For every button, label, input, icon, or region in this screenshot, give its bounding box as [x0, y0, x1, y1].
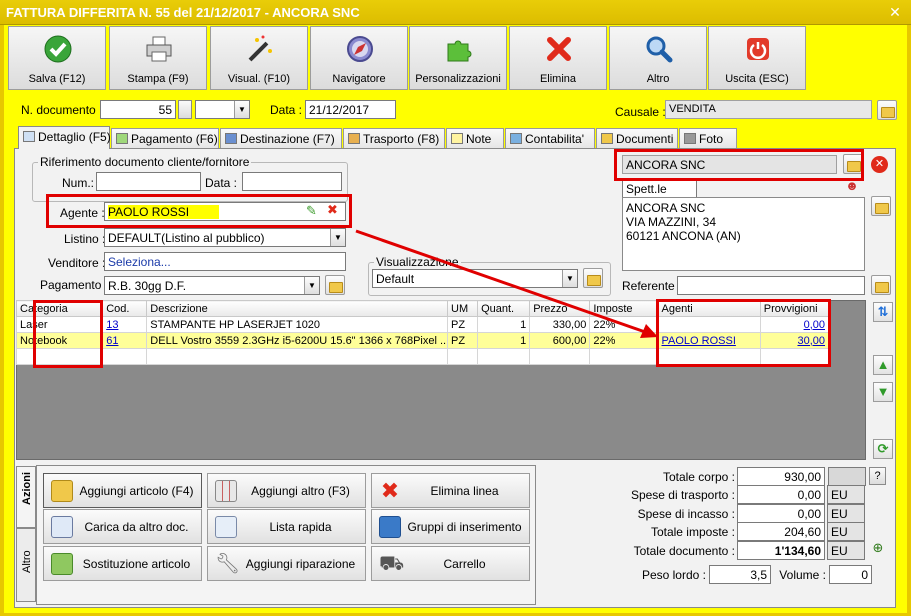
tab-dettaglio[interactable]: Dettaglio (F5): [18, 126, 111, 149]
tab-dettaglio-label: Dettaglio (F5): [38, 130, 111, 144]
detail-icon: [23, 131, 35, 142]
red-arrow: [355, 229, 658, 338]
